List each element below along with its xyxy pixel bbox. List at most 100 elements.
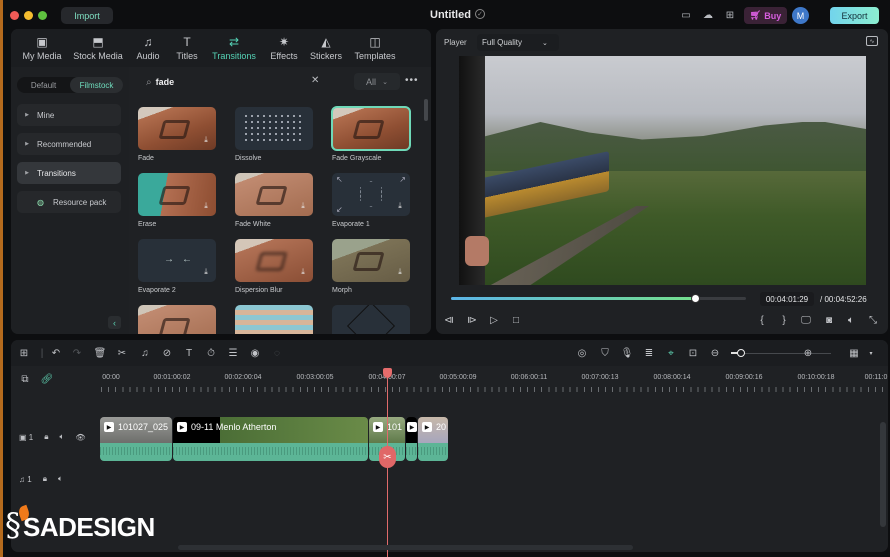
split-icon[interactable]: ✂ <box>115 346 129 360</box>
transition-card-dissolve[interactable]: Dissolve <box>235 107 313 162</box>
collapse-sidebar-button[interactable]: ‹ <box>108 316 121 329</box>
download-icon[interactable]: ⤓ <box>201 201 211 211</box>
zoom-in-icon[interactable]: ⊕ <box>801 346 815 360</box>
microphone-icon[interactable]: 🎙︎ <box>620 346 634 360</box>
tag-icon[interactable]: ⊘ <box>160 346 174 360</box>
zoom-slider-handle[interactable] <box>737 349 745 357</box>
lock-icon[interactable]: 🔒︎ <box>44 432 48 442</box>
transition-card[interactable] <box>138 305 216 334</box>
sidebar-item-transitions[interactable]: ▶ Transitions <box>17 162 121 184</box>
transition-card-fade-white[interactable]: ⤓ Fade White <box>235 173 313 228</box>
user-avatar[interactable]: M <box>792 7 809 24</box>
audio-edit-icon[interactable]: ♫ <box>138 346 152 360</box>
buy-button[interactable]: 🛒︎ Buy <box>744 7 787 24</box>
delete-icon[interactable]: 🗑︎ <box>93 346 107 360</box>
ai-tool-icon[interactable]: ◌ <box>270 346 284 360</box>
audio-sync-icon[interactable]: ◉ <box>248 346 262 360</box>
cloud-upload-icon[interactable]: ☁ <box>701 9 715 21</box>
transition-card-dispersion-blur[interactable]: ⤓ Dispersion Blur <box>235 239 313 294</box>
import-button[interactable]: Import <box>61 7 113 24</box>
redo-icon[interactable]: ↷ <box>70 346 84 360</box>
current-timecode[interactable]: 00:04:01:29 <box>760 292 814 306</box>
timeline-vertical-scrollbar[interactable] <box>880 422 886 527</box>
transition-card-morph[interactable]: ⤓ Morph <box>332 239 410 294</box>
close-window-button[interactable] <box>10 11 19 20</box>
download-icon[interactable]: ⤓ <box>395 267 405 277</box>
sidebar-item-mine[interactable]: ▶ Mine <box>17 104 121 126</box>
stop-icon[interactable]: □ <box>509 313 523 327</box>
add-track-icon[interactable]: ⧉ <box>18 372 32 386</box>
library-scrollbar[interactable] <box>424 99 428 121</box>
sidebar-item-resource-pack[interactable]: ◍ Resource pack <box>17 191 121 213</box>
mute-icon[interactable]: 🔈︎ <box>58 474 63 484</box>
scope-icon[interactable]: ∿ <box>866 36 878 46</box>
volume-icon[interactable]: 🔈︎ <box>844 313 858 327</box>
speed-timer-icon[interactable]: ⏱︎ <box>204 346 218 360</box>
timeline-clip[interactable]: ▶ 20 <box>418 417 448 461</box>
text-tool-icon[interactable]: T <box>182 346 196 360</box>
audio-mixer-icon[interactable]: ≣ <box>642 346 656 360</box>
timeline-ruler[interactable]: 00:00 00:01:00:02 00:02:00:04 00:03:00:0… <box>101 370 888 392</box>
clear-search-icon[interactable]: ✕ <box>311 75 319 86</box>
minimize-window-button[interactable] <box>24 11 33 20</box>
download-icon[interactable]: ⤓ <box>201 135 211 145</box>
display-settings-icon[interactable]: 🖵︎ <box>799 313 813 327</box>
tab-stickers[interactable]: ◭ Stickers <box>305 29 347 67</box>
mark-in-icon[interactable]: { <box>755 313 769 327</box>
more-options-icon[interactable]: ••• <box>405 75 419 86</box>
mute-icon[interactable]: 🔈︎ <box>60 432 65 442</box>
layout-toggle-icon[interactable]: ⊞ <box>17 346 31 360</box>
fullscreen-icon[interactable]: ⤡ <box>866 313 880 327</box>
download-icon[interactable]: ⤓ <box>201 267 211 277</box>
filmstock-toggle[interactable]: Filmstock <box>70 77 123 93</box>
zoom-out-icon[interactable]: ⊖ <box>708 346 722 360</box>
link-icon[interactable]: 🔗︎ <box>40 372 54 386</box>
sidebar-item-recommended[interactable]: ▶ Recommended <box>17 133 121 155</box>
layout-icon[interactable]: ▭ <box>679 9 693 21</box>
timeline-clip[interactable]: ▶ 09-11 Menlo Atherton <box>173 417 368 461</box>
snap-icon[interactable]: ⌖ <box>664 346 678 360</box>
tab-audio[interactable]: ♫ Audio <box>127 29 169 67</box>
timeline-clip[interactable]: ▶ <box>406 417 417 461</box>
previous-frame-icon[interactable]: ⧏ <box>442 313 456 327</box>
adjust-icon[interactable]: ☰ <box>226 346 240 360</box>
search-input[interactable]: ⌕ fade <box>137 73 337 91</box>
snapshot-icon[interactable]: ◙ <box>822 313 836 327</box>
filter-dropdown[interactable]: All ⌄ <box>354 73 400 90</box>
default-toggle[interactable]: Default <box>17 77 70 93</box>
transition-card-fade[interactable]: ⤓ Fade <box>138 107 216 162</box>
visibility-eye-icon[interactable]: 👁︎ <box>75 433 85 442</box>
split-scissors-icon[interactable]: ✂ <box>379 446 396 468</box>
tab-stock-media[interactable]: ⬒ Stock Media <box>69 29 127 67</box>
mark-out-icon[interactable]: } <box>777 313 791 327</box>
quality-dropdown[interactable]: Full Quality ⌄ <box>477 34 559 51</box>
tab-titles[interactable]: T Titles <box>169 29 205 67</box>
playback-progress-bar[interactable] <box>451 294 746 303</box>
transition-card-erase[interactable]: ⤓ Erase <box>138 173 216 228</box>
timeline-horizontal-scrollbar[interactable] <box>178 545 633 550</box>
lock-icon[interactable]: 🔒︎ <box>43 474 47 484</box>
track-height-icon[interactable]: ▦ <box>847 346 861 360</box>
chevron-down-icon[interactable]: ▾ <box>864 346 878 360</box>
tab-my-media[interactable]: ▣ My Media <box>15 29 69 67</box>
undo-icon[interactable]: ↶ <box>49 346 63 360</box>
export-button[interactable]: Export <box>830 7 879 24</box>
download-icon[interactable]: ⤓ <box>298 201 308 211</box>
download-icon[interactable]: ⤓ <box>298 267 308 277</box>
playhead-handle[interactable] <box>383 368 392 378</box>
transition-card-evaporate-2[interactable]: → ← ⤓ Evaporate 2 <box>138 239 216 294</box>
download-icon[interactable]: ⤓ <box>395 201 405 211</box>
marker-icon[interactable]: ⛉ <box>598 346 612 360</box>
play-icon[interactable]: ▷ <box>487 313 501 327</box>
apps-grid-icon[interactable]: ⊞ <box>723 9 737 21</box>
tab-effects[interactable]: ✷ Effects <box>263 29 305 67</box>
timeline-clip[interactable]: ▶ 101027_025 <box>100 417 172 461</box>
render-preview-icon[interactable]: ◎ <box>575 346 589 360</box>
zoom-slider[interactable] <box>731 353 831 354</box>
transition-card[interactable] <box>235 305 313 334</box>
transition-card[interactable] <box>332 305 410 334</box>
transition-card-evaporate-1[interactable]: ↖ ↗ ↙ ⤓ Evaporate 1 <box>332 173 410 228</box>
progress-handle[interactable] <box>690 294 700 303</box>
next-frame-icon[interactable]: ⧐ <box>465 313 479 327</box>
transition-card-fade-grayscale[interactable]: Fade Grayscale <box>331 106 411 162</box>
